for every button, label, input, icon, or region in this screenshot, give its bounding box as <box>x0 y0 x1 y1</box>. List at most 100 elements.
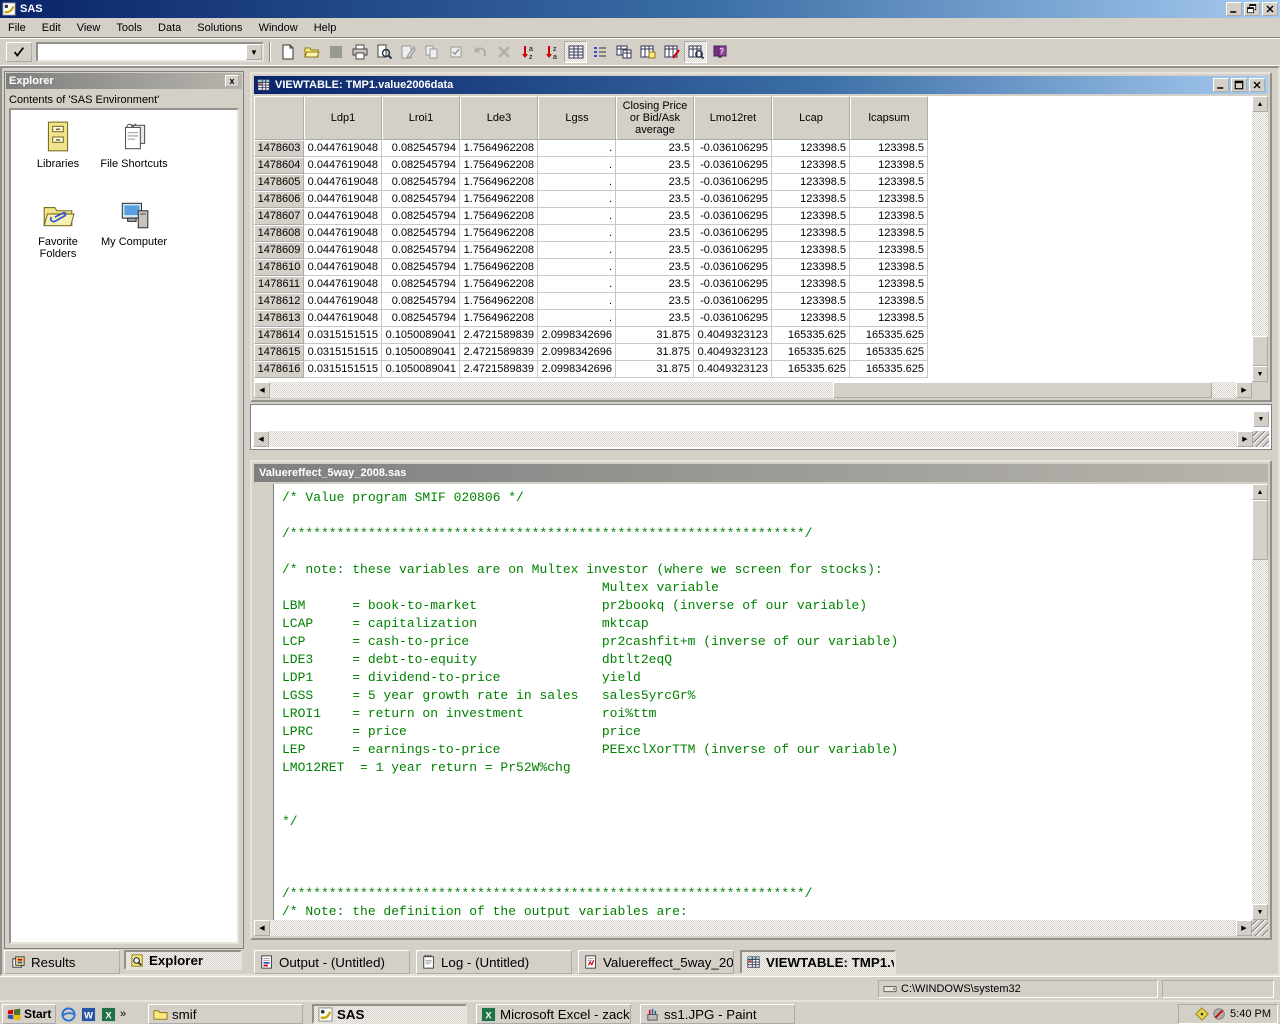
help-book-icon[interactable]: ? <box>708 41 731 63</box>
table-cell[interactable]: . <box>538 276 616 293</box>
table-cell[interactable]: 123398.5 <box>850 140 928 157</box>
editor-vscroll-thumb[interactable] <box>1252 500 1268 560</box>
editor-vertical-scrollbar[interactable]: ▲ ▼ <box>1252 484 1268 920</box>
scroll-left-icon[interactable]: ◀ <box>253 431 269 447</box>
table-cell[interactable]: 165335.625 <box>772 327 850 344</box>
row-number[interactable]: 1478610 <box>254 259 304 276</box>
row-number[interactable]: 1478615 <box>254 344 304 361</box>
title-bar[interactable]: SAS <box>0 0 1280 18</box>
row-number[interactable]: 1478604 <box>254 157 304 174</box>
quick-launch-overflow-chevron[interactable]: » <box>120 1008 126 1020</box>
menu-file[interactable]: File <box>0 19 34 37</box>
row-number[interactable]: 1478603 <box>254 140 304 157</box>
explorer-item-libraries[interactable]: Libraries <box>19 118 97 170</box>
table-cell[interactable]: 123398.5 <box>772 276 850 293</box>
table-cell[interactable]: 0.0447619048 <box>304 242 382 259</box>
table-cell[interactable]: 0.0447619048 <box>304 310 382 327</box>
table-cell[interactable]: 165335.625 <box>772 361 850 378</box>
table-cell[interactable]: 123398.5 <box>850 276 928 293</box>
row-number[interactable]: 1478612 <box>254 293 304 310</box>
table-cell[interactable]: 1.7564962208 <box>460 242 538 259</box>
restore-button[interactable] <box>1244 2 1260 16</box>
scroll-down-icon[interactable]: ▼ <box>1252 366 1268 382</box>
table-cell[interactable]: 0.082545794 <box>382 191 460 208</box>
table-cell[interactable]: 0.0447619048 <box>304 191 382 208</box>
table-cell[interactable]: 165335.625 <box>850 344 928 361</box>
internet-explorer-icon[interactable] <box>60 1006 76 1022</box>
word-icon[interactable]: W <box>80 1006 96 1022</box>
combo-dropdown-arrow[interactable]: ▼ <box>246 44 262 60</box>
table-cell[interactable]: 0.1050089041 <box>382 327 460 344</box>
table-cell[interactable]: 1.7564962208 <box>460 276 538 293</box>
editor-horizontal-scrollbar[interactable]: ◀ ▶ <box>254 920 1252 936</box>
table-cell[interactable]: 165335.625 <box>850 361 928 378</box>
viewtable-vscroll-thumb[interactable] <box>1252 336 1268 366</box>
viewtable-grid[interactable]: Ldp1Lroi1Lde3LgssClosing Price or Bid/As… <box>254 96 1252 382</box>
print-icon[interactable] <box>348 41 371 63</box>
column-header-lde3[interactable]: Lde3 <box>460 96 538 140</box>
open-folder-icon[interactable] <box>300 41 323 63</box>
table-cell[interactable]: 0.082545794 <box>382 174 460 191</box>
table-cell[interactable]: . <box>538 310 616 327</box>
table-cell[interactable]: 2.0998342696 <box>538 327 616 344</box>
row-number[interactable]: 1478606 <box>254 191 304 208</box>
background-horizontal-scrollbar[interactable]: ◀ ▶ <box>253 431 1253 447</box>
table-cell[interactable]: 123398.5 <box>772 208 850 225</box>
table-cell[interactable]: 1.7564962208 <box>460 208 538 225</box>
scroll-right-icon[interactable]: ▶ <box>1236 382 1252 398</box>
command-check-button[interactable] <box>6 42 32 62</box>
table-cell[interactable]: 1.7564962208 <box>460 225 538 242</box>
table-cell[interactable]: . <box>538 242 616 259</box>
table-cell[interactable]: 123398.5 <box>772 259 850 276</box>
table-cell[interactable]: 0.0315151515 <box>304 327 382 344</box>
table-cell[interactable]: 2.4721589839 <box>460 344 538 361</box>
table-cell[interactable]: 0.0447619048 <box>304 259 382 276</box>
table-cell[interactable]: 0.0447619048 <box>304 174 382 191</box>
menu-tools[interactable]: Tools <box>108 19 150 37</box>
table-cell[interactable]: 1.7564962208 <box>460 191 538 208</box>
table-cell[interactable]: -0.036106295 <box>694 157 772 174</box>
scroll-down-icon[interactable]: ▼ <box>1253 411 1269 427</box>
window-bar-log[interactable]: Log - (Untitled) <box>416 950 572 974</box>
table-cell[interactable]: . <box>538 157 616 174</box>
table-cell[interactable]: 0.4049323123 <box>694 327 772 344</box>
table-properties-icon[interactable] <box>636 41 659 63</box>
table-cell[interactable]: 23.5 <box>616 208 694 225</box>
viewtable-horizontal-scrollbar[interactable]: ◀ ▶ <box>254 382 1252 398</box>
table-cell[interactable]: 23.5 <box>616 242 694 259</box>
menu-view[interactable]: View <box>69 19 109 37</box>
viewtable-close-button[interactable] <box>1249 78 1265 92</box>
table-cell[interactable]: 0.082545794 <box>382 140 460 157</box>
table-cell[interactable]: 0.082545794 <box>382 242 460 259</box>
table-cell[interactable]: 1.7564962208 <box>460 259 538 276</box>
start-button[interactable]: Start <box>2 1004 56 1024</box>
table-cell[interactable]: 23.5 <box>616 310 694 327</box>
minimize-button[interactable] <box>1226 2 1242 16</box>
table-cell[interactable]: 31.875 <box>616 344 694 361</box>
table-cell[interactable]: . <box>538 174 616 191</box>
sort-descending-icon[interactable]: za <box>540 41 563 63</box>
table-cell[interactable]: 123398.5 <box>772 225 850 242</box>
task-button-sas[interactable]: SAS <box>312 1004 467 1024</box>
table-cell[interactable]: 123398.5 <box>850 208 928 225</box>
table-cell[interactable]: 123398.5 <box>772 140 850 157</box>
scroll-up-icon[interactable]: ▲ <box>1252 484 1268 500</box>
scroll-left-icon[interactable]: ◀ <box>254 382 270 398</box>
table-cell[interactable]: 31.875 <box>616 361 694 378</box>
table-cell[interactable]: 0.4049323123 <box>694 361 772 378</box>
row-number[interactable]: 1478611 <box>254 276 304 293</box>
task-button-microsoft-excel-zacks-c-[interactable]: XMicrosoft Excel - zacks_c... <box>476 1004 631 1024</box>
viewtable-minimize-button[interactable] <box>1213 78 1229 92</box>
column-header-lcapsum[interactable]: lcapsum <box>850 96 928 140</box>
resize-grip[interactable] <box>1253 431 1269 447</box>
table-cell[interactable]: 2.0998342696 <box>538 361 616 378</box>
table-cell[interactable]: . <box>538 293 616 310</box>
table-cell[interactable]: 123398.5 <box>850 191 928 208</box>
table-cell[interactable]: -0.036106295 <box>694 225 772 242</box>
viewtable-title-bar[interactable]: VIEWTABLE: TMP1.value2006data <box>254 76 1268 94</box>
table-cell[interactable]: 1.7564962208 <box>460 310 538 327</box>
editor-code-area[interactable]: /* Value program SMIF 020806 *//********… <box>274 484 1252 920</box>
window-bar-output[interactable]: Output - (Untitled) <box>254 950 410 974</box>
table-cell[interactable]: 0.082545794 <box>382 157 460 174</box>
viewtable-hscroll-thumb[interactable] <box>833 382 1212 398</box>
